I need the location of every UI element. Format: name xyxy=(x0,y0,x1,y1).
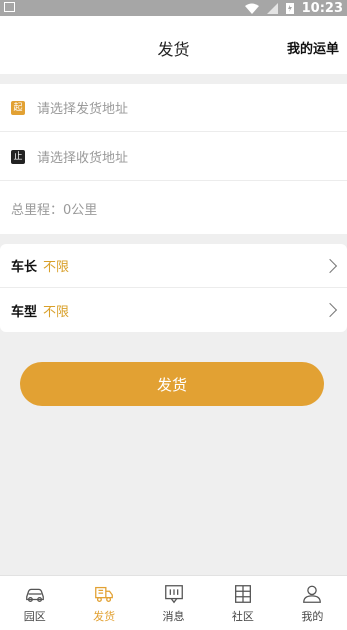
tab-label: 我的 xyxy=(301,609,324,623)
battery-icon xyxy=(285,3,294,14)
destination-address-placeholder: 请选择收货地址 xyxy=(37,151,129,166)
car-icon xyxy=(25,588,44,602)
bottom-tab-bar: 园区 发货 消息 社区 我的 xyxy=(0,575,347,630)
distance-row: 总里程：0公里 xyxy=(0,184,347,232)
total-distance: 总里程：0公里 xyxy=(11,202,98,218)
tab-label: 园区 xyxy=(23,609,46,623)
my-waybill-link[interactable]: 我的运单 xyxy=(287,38,339,57)
community-icon xyxy=(234,584,251,603)
tab-ship[interactable]: 发货 xyxy=(69,576,138,630)
chevron-right-icon xyxy=(322,258,338,273)
wifi-icon xyxy=(244,3,259,14)
signal-icon xyxy=(266,2,278,14)
vehicle-type-value: 不限 xyxy=(43,304,70,320)
tab-community[interactable]: 社区 xyxy=(208,576,277,630)
image-icon xyxy=(4,2,15,12)
vehicle-length-label: 车长 xyxy=(11,260,38,275)
user-icon xyxy=(303,585,322,603)
vehicle-length-row[interactable]: 车长 不限 xyxy=(0,244,347,288)
vehicle-type-row[interactable]: 车型 不限 xyxy=(0,288,347,332)
status-icons: 10:23 xyxy=(244,0,343,16)
vehicle-options-card: 车长 不限 车型 不限 xyxy=(0,244,347,332)
vehicle-type-label: 车型 xyxy=(11,304,38,320)
destination-address-row[interactable]: 止 请选择收货地址 xyxy=(0,133,347,181)
clock-time: 10:23 xyxy=(301,0,343,16)
destination-badge: 止 xyxy=(11,149,25,164)
app-header: 发货 我的运单 xyxy=(0,16,347,74)
origin-address-row[interactable]: 起 请选择发货地址 xyxy=(0,84,347,132)
status-bar: 10:23 xyxy=(0,0,347,16)
tab-label: 消息 xyxy=(162,609,185,623)
tab-label: 社区 xyxy=(231,609,254,623)
address-card: 起 请选择发货地址 止 请选择收货地址 总里程：0公里 xyxy=(0,84,347,234)
chevron-right-icon xyxy=(322,302,338,318)
tab-park[interactable]: 园区 xyxy=(0,576,69,630)
origin-badge: 起 xyxy=(11,100,25,115)
tab-label: 发货 xyxy=(93,609,116,623)
ship-button[interactable]: 发货 xyxy=(20,362,324,406)
truck-icon xyxy=(95,586,114,602)
tab-profile[interactable]: 我的 xyxy=(278,576,347,630)
vehicle-length-value: 不限 xyxy=(43,260,70,275)
origin-address-placeholder: 请选择发货地址 xyxy=(37,102,129,117)
tab-messages[interactable]: 消息 xyxy=(139,576,208,630)
message-icon xyxy=(164,584,183,603)
